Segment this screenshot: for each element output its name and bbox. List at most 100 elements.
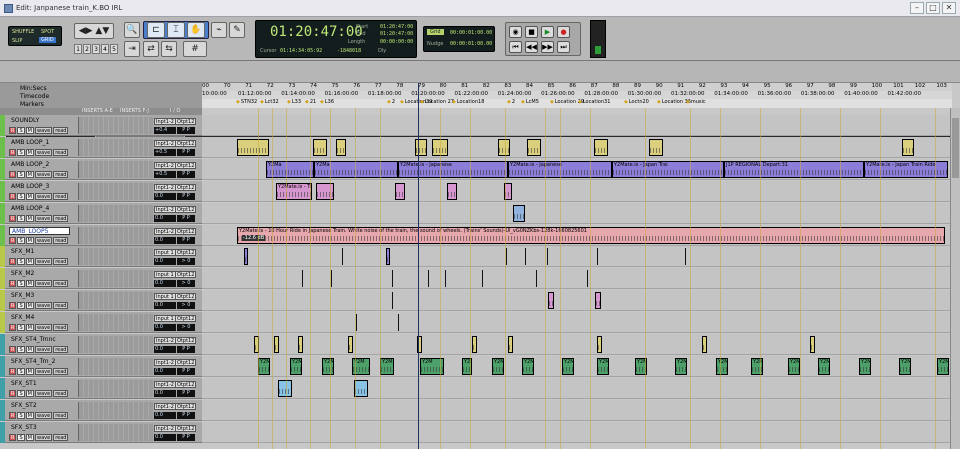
audio-clip[interactable] xyxy=(336,138,346,156)
automation-mode-selector[interactable]: read xyxy=(53,170,69,178)
insert-slots[interactable] xyxy=(78,204,154,222)
timecode-ruler[interactable]: 10:00:00 01:12:00:00 01:14:00:00 01:16:00:0… xyxy=(202,91,952,99)
track-name[interactable]: AMB LOOP_2 xyxy=(9,161,70,169)
mute-button[interactable]: M xyxy=(25,192,34,200)
marker[interactable]: Location31 xyxy=(578,99,611,105)
track-pan[interactable]: P P xyxy=(177,433,195,441)
track-input-selector[interactable]: Inpt1-2 xyxy=(154,424,176,432)
solo-button[interactable]: S xyxy=(17,127,25,134)
shuffle-mode[interactable]: SHUFFLE xyxy=(12,29,34,35)
track-input-selector[interactable]: Inpt1-2 xyxy=(154,205,176,213)
audio-clip[interactable]: Y2M xyxy=(859,357,871,375)
track-output-selector[interactable]: Otpt12 xyxy=(175,161,197,169)
track-pan[interactable]: > 0 xyxy=(177,324,195,332)
mute-button[interactable]: M xyxy=(25,127,34,134)
audio-clip[interactable] xyxy=(548,292,554,310)
sfx-event-marker[interactable] xyxy=(685,248,686,266)
marker[interactable]: STN32 xyxy=(236,99,257,105)
solo-button[interactable]: S xyxy=(17,389,25,397)
mute-button[interactable]: M xyxy=(25,411,34,419)
automation-mode-selector[interactable]: read xyxy=(53,214,69,222)
record-enable-button[interactable]: R xyxy=(9,214,17,222)
track-output-selector[interactable]: Otpt12 xyxy=(175,424,197,432)
track-name[interactable]: SFX_M4 xyxy=(9,314,70,322)
insert-slots[interactable] xyxy=(78,292,154,310)
record-enable-button[interactable]: R xyxy=(9,411,17,419)
audio-clip[interactable]: Y2M xyxy=(492,357,504,375)
audio-clip[interactable]: Y2Ma xyxy=(266,160,314,178)
link-track-icon[interactable]: ⇆ xyxy=(161,41,177,57)
automation-mode-selector[interactable]: read xyxy=(53,389,69,397)
track-volume[interactable]: 0.0 xyxy=(154,389,176,397)
solo-button[interactable]: S xyxy=(17,214,25,222)
fast-forward-icon[interactable]: ▶▶ xyxy=(541,41,554,53)
track-name[interactable]: SFX_ST4_Trnnc xyxy=(9,336,70,344)
track-volume[interactable]: 0.0 xyxy=(154,367,176,375)
insert-slots[interactable] xyxy=(78,117,154,134)
track-volume[interactable]: 0.0 xyxy=(154,192,176,200)
audio-clip[interactable] xyxy=(594,138,608,156)
automation-mode-selector[interactable]: read xyxy=(53,148,69,156)
record-enable-button[interactable]: R xyxy=(9,127,17,134)
track-header[interactable]: SFX_M3 R S Mwave read Input 1 Otpt12 0.0 > 0 xyxy=(0,290,202,312)
track-playlist-lane[interactable] xyxy=(202,421,950,443)
track-playlist-lane[interactable] xyxy=(202,136,950,158)
track-playlist-lane[interactable] xyxy=(202,334,950,355)
record-enable-button[interactable]: R xyxy=(9,192,17,200)
audio-clip[interactable] xyxy=(316,182,334,200)
minsecs-ruler[interactable]: 00 70 71 72 73 74 75 76 77 78 79 80 81 82 83 84 85 86 87 88… xyxy=(202,83,952,91)
solo-button[interactable]: S xyxy=(17,367,25,375)
track-name[interactable]: AMB LOOP_4 xyxy=(9,205,70,213)
track-view-selector[interactable]: wave xyxy=(35,433,53,441)
track-pan[interactable]: > 0 xyxy=(177,258,195,266)
sfx-event-marker[interactable] xyxy=(331,270,332,288)
audio-clip[interactable]: Y2Mate.is - Japan Trai xyxy=(612,160,724,178)
solo-button[interactable]: S xyxy=(17,302,25,310)
audio-clip[interactable]: Y2M xyxy=(788,357,800,375)
track-header[interactable]: SFX_ST1 R S Mwave read Inpt1-2 Otpt12 0.0 P P xyxy=(0,377,202,399)
marker[interactable]: L36 xyxy=(320,99,334,105)
marker[interactable]: LcM5 xyxy=(521,99,539,105)
marker[interactable]: 2 xyxy=(387,99,395,105)
stop-icon[interactable]: ■ xyxy=(525,26,538,38)
markers-ruler[interactable]: STN32Lct32L3321L362Location39Location 27… xyxy=(202,99,952,108)
scrubber-tool-icon[interactable]: ⌁ xyxy=(211,22,227,38)
solo-button[interactable]: S xyxy=(17,258,25,266)
sfx-event-marker[interactable] xyxy=(392,270,393,288)
record-enable-button[interactable]: R xyxy=(9,324,17,332)
track-input-selector[interactable]: Inpt1-2 xyxy=(154,161,176,169)
edit-mode-selector[interactable]: SHUFFLE SPOT SLIP GRID xyxy=(8,26,62,46)
sfx-event-marker[interactable] xyxy=(356,314,357,332)
zoom-preset-2[interactable]: 2 xyxy=(83,44,91,54)
track-volume[interactable]: 0.0 xyxy=(154,214,176,222)
track-header[interactable]: AMB LOOP_2 R S Mwave read Inpt1-2 Otpt12 +0.5 P … xyxy=(0,158,202,180)
audio-clip[interactable]: Y2Ma xyxy=(314,160,398,178)
zoom-preset-4[interactable]: 4 xyxy=(101,44,109,54)
automation-mode-selector[interactable]: read xyxy=(53,280,69,288)
record-icon[interactable]: ● xyxy=(557,26,570,38)
track-name[interactable]: AMB LOOP_3 xyxy=(9,183,70,191)
audio-clip[interactable]: Y2M xyxy=(258,357,270,375)
track-view-selector[interactable]: wave xyxy=(35,389,53,397)
record-enable-button[interactable]: R xyxy=(9,346,17,353)
track-view-selector[interactable]: wave xyxy=(35,148,53,156)
track-view-selector[interactable]: wave xyxy=(35,170,53,178)
record-enable-button[interactable]: R xyxy=(9,280,17,288)
marker[interactable]: Location 27 xyxy=(420,99,454,105)
record-enable-button[interactable]: R xyxy=(9,236,17,244)
insert-slots[interactable] xyxy=(78,226,154,244)
solo-button[interactable]: S xyxy=(17,433,25,441)
track-header[interactable]: AMB LOOP_3 R S Mwave read Inpt1-2 Otpt12 0.0 P P xyxy=(0,180,202,202)
mute-button[interactable]: M xyxy=(25,389,34,397)
audio-clip[interactable] xyxy=(810,336,815,353)
automation-mode-selector[interactable]: read xyxy=(53,258,69,266)
automation-mode-selector[interactable]: read xyxy=(53,346,69,353)
nudge-value[interactable]: 00:00:01:00.00 xyxy=(450,41,492,47)
track-volume[interactable]: +0.4 xyxy=(154,127,176,134)
rewind-icon[interactable]: ◀◀ xyxy=(525,41,538,53)
solo-button[interactable]: S xyxy=(17,192,25,200)
audio-clip[interactable]: Y2M xyxy=(751,357,763,375)
track-output-selector[interactable]: Otpt12 xyxy=(175,227,197,235)
sfx-event-marker[interactable] xyxy=(536,270,537,288)
track-name[interactable]: AMB_LOOP5 xyxy=(9,226,70,235)
